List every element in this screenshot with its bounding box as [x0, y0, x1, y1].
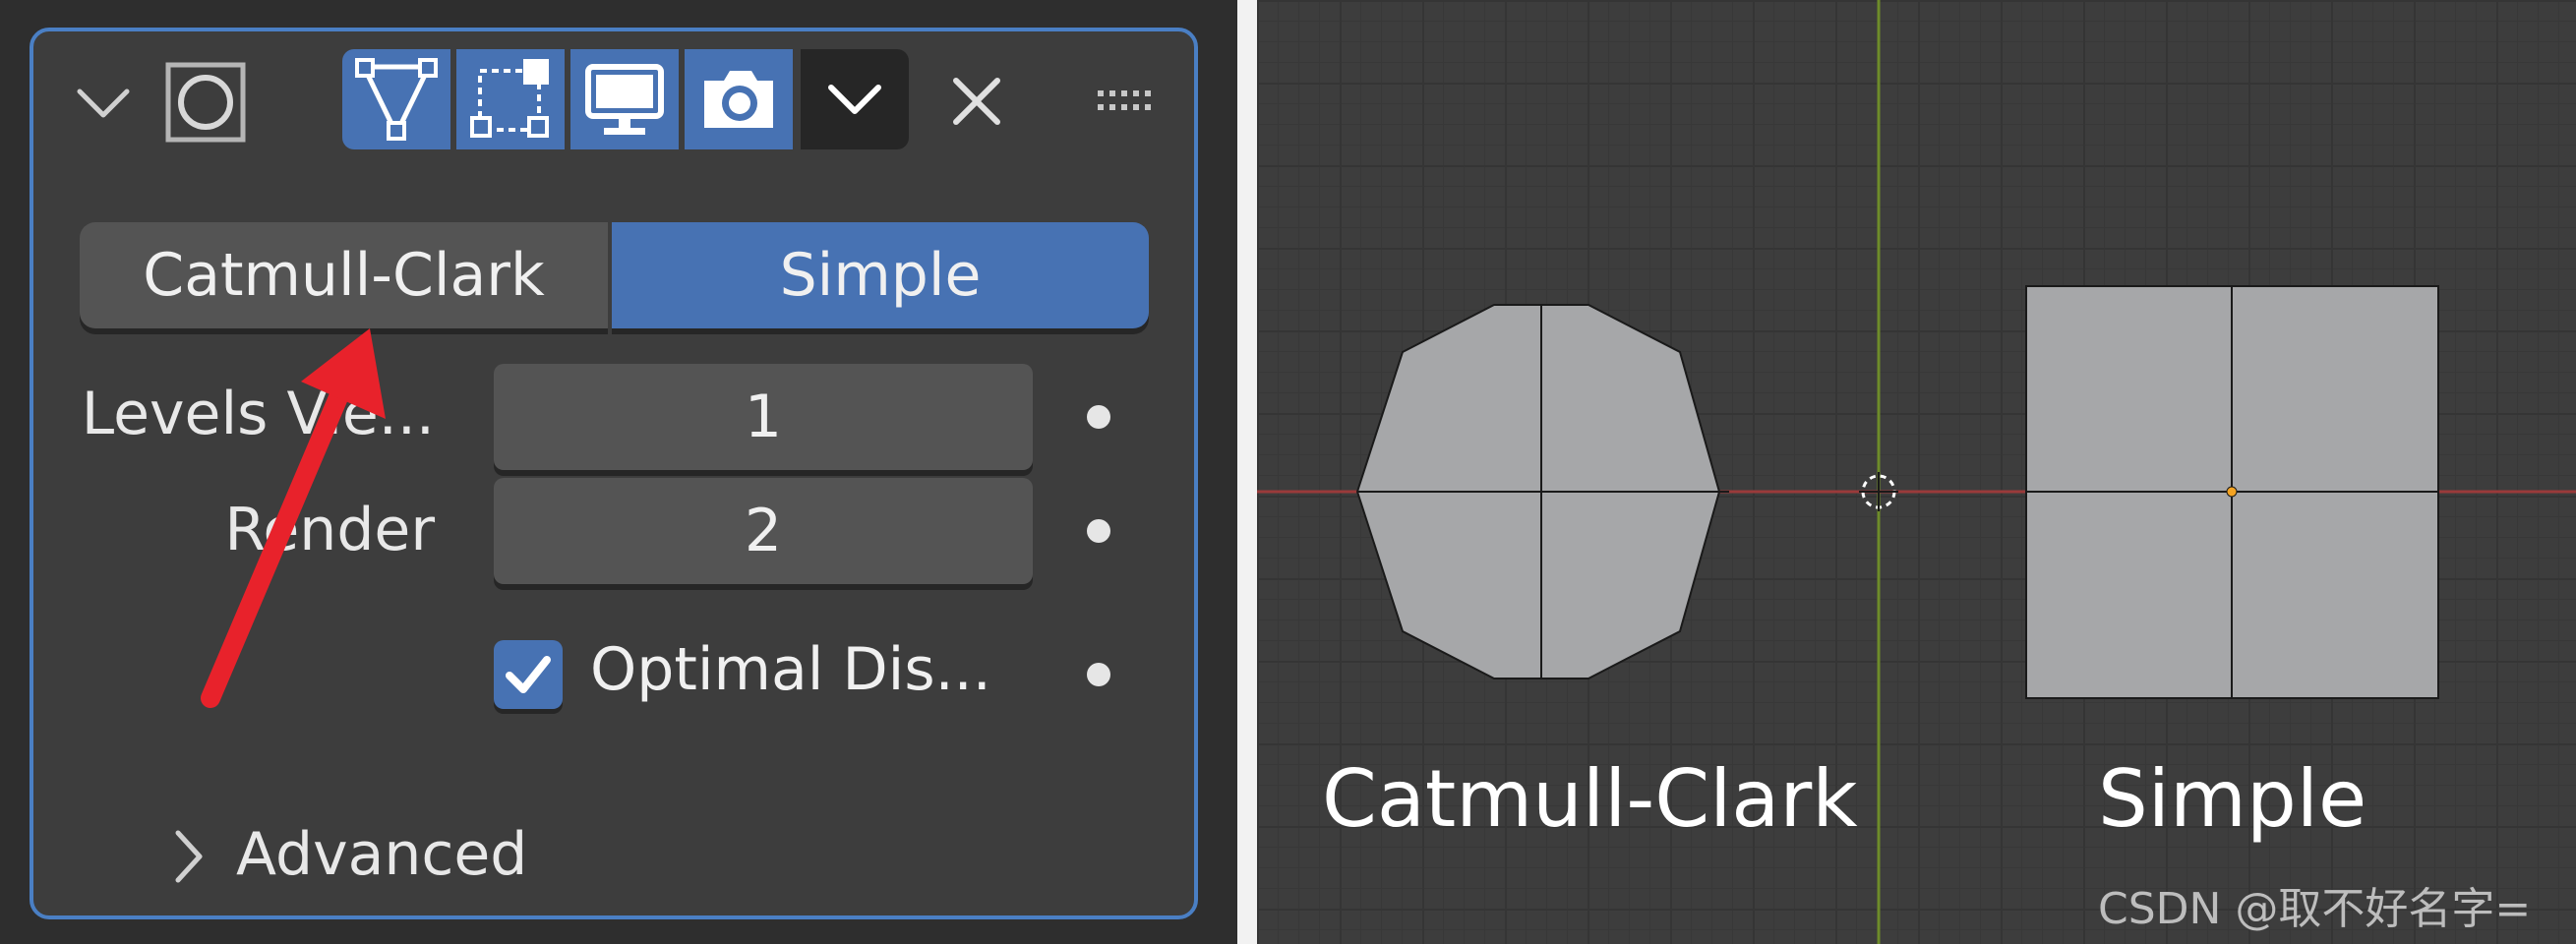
3d-cursor-icon — [1859, 472, 1898, 511]
chevron-down-icon[interactable] — [67, 77, 140, 130]
origin-point-icon — [2226, 486, 2238, 498]
properties-editor: Catmull-Clark Simple Levels Vie... 1 Ren… — [0, 0, 1237, 944]
advanced-subpanel-header[interactable]: Advanced — [236, 820, 527, 889]
camera-icon — [704, 71, 773, 128]
chevron-down-icon — [828, 85, 881, 114]
optimal-display-label[interactable]: Optimal Dis... — [590, 635, 991, 704]
levels-viewport-field[interactable]: 1 — [494, 364, 1033, 470]
extra-options-button[interactable] — [801, 49, 909, 149]
on-cage-toggle[interactable] — [456, 49, 565, 149]
image-divider — [1237, 0, 1257, 944]
subdivision-surface-icon — [162, 59, 249, 146]
subdivision-modifier-panel — [30, 28, 1198, 919]
realtime-toggle[interactable] — [570, 49, 679, 149]
keyframe-dot-icon[interactable] — [1087, 663, 1110, 686]
edit-mode-icon — [355, 58, 438, 141]
render-levels-label: Render — [224, 496, 435, 564]
close-icon[interactable] — [942, 67, 1011, 136]
3d-viewport[interactable]: Catmull-Clark Simple CSDN @取不好名字= — [1257, 0, 2576, 944]
render-levels-field[interactable]: 2 — [494, 478, 1033, 584]
on-cage-icon — [470, 59, 549, 138]
modifier-toggle-bar — [342, 49, 911, 149]
catmull-clark-caption: Catmull-Clark — [1322, 753, 1858, 845]
render-toggle[interactable] — [685, 49, 793, 149]
keyframe-dot-icon[interactable] — [1087, 405, 1110, 429]
chevron-right-icon[interactable] — [167, 824, 210, 889]
simple-caption: Simple — [2098, 753, 2367, 845]
method-tab-catmull-clark[interactable]: Catmull-Clark — [80, 222, 608, 328]
method-tab-simple[interactable]: Simple — [612, 222, 1149, 328]
levels-viewport-label: Levels Vie... — [81, 380, 435, 448]
watermark-text: CSDN @取不好名字= — [2098, 884, 2532, 934]
keyframe-dot-icon[interactable] — [1087, 519, 1110, 543]
edit-mode-toggle[interactable] — [342, 49, 450, 149]
monitor-icon — [585, 64, 664, 135]
optimal-display-checkbox[interactable] — [494, 640, 563, 709]
checkmark-icon — [506, 656, 551, 693]
drag-handle-icon[interactable] — [1094, 85, 1153, 118]
